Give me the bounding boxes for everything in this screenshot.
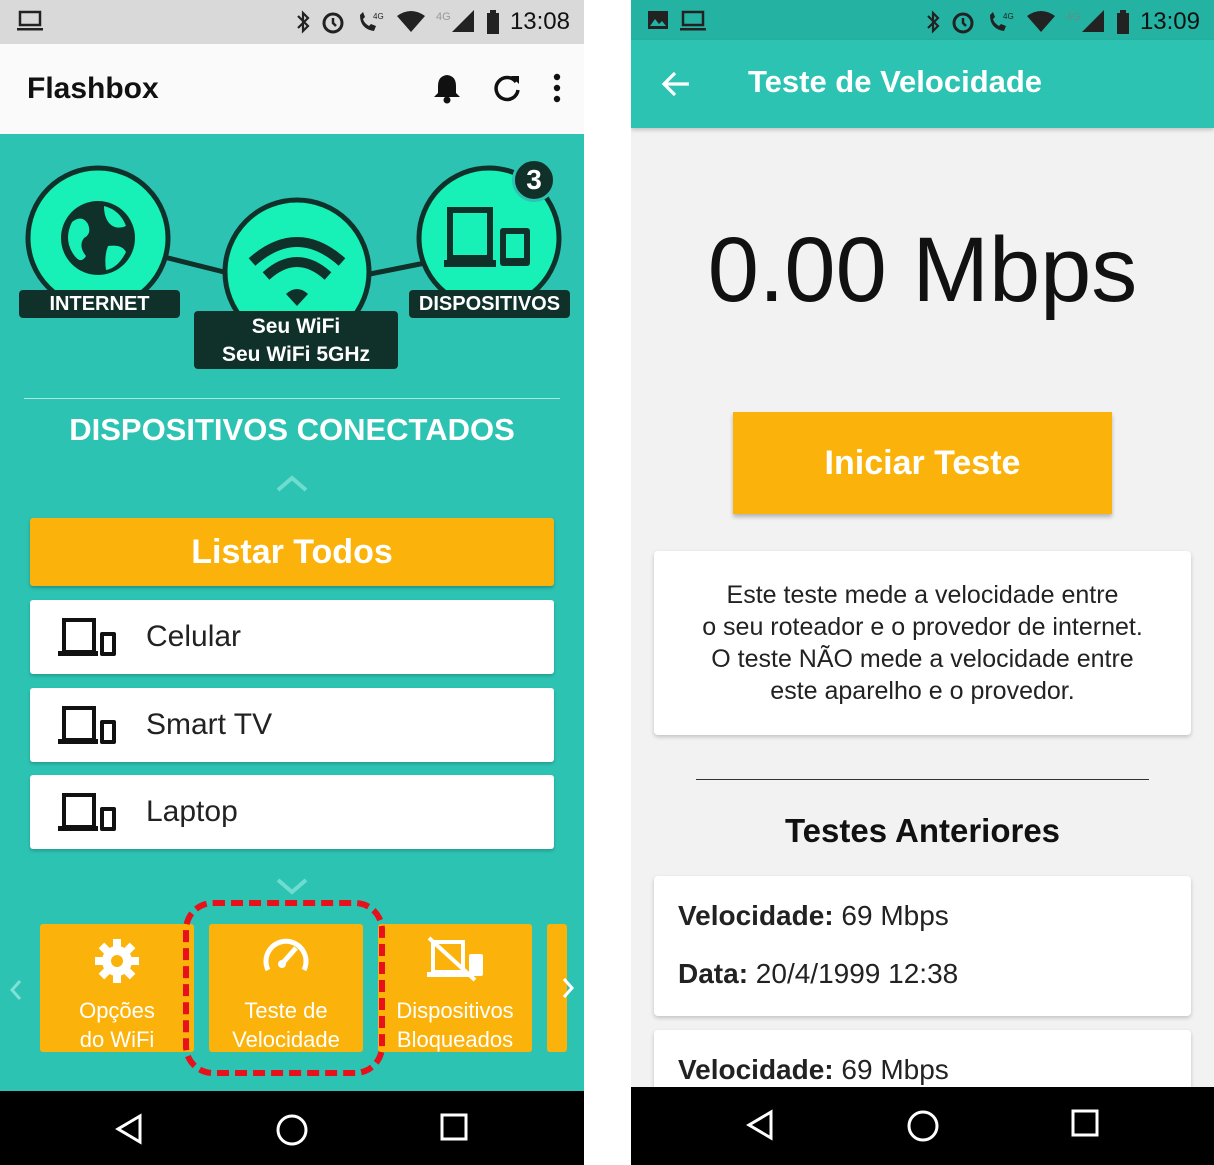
bluetooth-icon	[927, 10, 940, 34]
alarm-icon	[322, 12, 344, 34]
svg-text:4G: 4G	[1066, 11, 1081, 23]
previous-tests-title: Testes Anteriores	[784, 812, 1061, 849]
carousel-left-arrow-icon[interactable]	[8, 978, 24, 1002]
info-line: O teste NÃO mede a velocidade entre	[711, 645, 1134, 673]
chevron-down-icon[interactable]	[274, 876, 310, 896]
home-nav-icon[interactable]	[906, 1109, 940, 1143]
svg-text:4G: 4G	[436, 11, 451, 23]
cell-signal-icon: 4G	[1066, 10, 1104, 32]
call-4g-icon: 4G	[989, 12, 1014, 31]
device-label: Smart TV	[146, 708, 273, 741]
app-bar: Teste de Velocidade	[631, 40, 1214, 128]
device-label: Laptop	[146, 795, 238, 828]
internet-node[interactable]	[25, 165, 171, 311]
blocked-devices-icon	[427, 936, 483, 982]
device-item-smart-tv[interactable]: Smart TV	[30, 688, 554, 762]
speed-label: Velocidade:	[678, 1054, 834, 1085]
bluetooth-icon	[297, 10, 310, 34]
card-line2: Bloqueados	[396, 1027, 514, 1052]
record-speed: Velocidade: 69 Mbps	[678, 1054, 949, 1086]
globe-icon	[61, 201, 135, 275]
wifi-label: Seu WiFi Seu WiFi 5GHz	[194, 311, 398, 369]
back-nav-icon[interactable]	[114, 1113, 144, 1145]
back-arrow-icon[interactable]	[661, 70, 691, 98]
device-icon	[58, 793, 116, 831]
device-label: Celular	[146, 620, 242, 653]
carousel-right-arrow-icon[interactable]	[560, 976, 576, 1000]
device-icon	[58, 706, 116, 744]
date-label: Data:	[678, 958, 749, 989]
status-bar: 4G 4G 13:09	[631, 0, 1214, 40]
device-item-celular[interactable]: Celular	[30, 600, 554, 674]
info-line: Este teste mede a velocidade entre	[726, 581, 1119, 609]
speed-value: 69 Mbps	[841, 1054, 949, 1085]
back-nav-icon[interactable]	[745, 1109, 775, 1141]
alarm-icon	[952, 12, 974, 34]
test-record: Velocidade: 69 Mbps Data: 20/4/1999 12:3…	[654, 876, 1191, 1016]
bell-icon[interactable]	[432, 72, 462, 104]
list-all-button[interactable]: Listar Todos	[30, 518, 554, 586]
info-card: Este teste mede a velocidade entre o seu…	[654, 551, 1191, 735]
home-nav-icon[interactable]	[275, 1113, 309, 1147]
battery-icon	[486, 10, 499, 34]
gear-icon	[95, 939, 139, 983]
recents-nav-icon[interactable]	[1071, 1109, 1099, 1137]
svg-text:4G: 4G	[373, 12, 384, 21]
speed-readout: 0.00 Mbps	[707, 219, 1138, 321]
device-icon	[58, 618, 116, 656]
device-item-laptop[interactable]: Laptop	[30, 775, 554, 849]
app-title: Flashbox	[27, 72, 159, 105]
recents-nav-icon[interactable]	[440, 1113, 468, 1141]
section-title: DISPOSITIVOS CONECTADOS	[69, 412, 515, 447]
internet-label: INTERNET	[19, 290, 180, 318]
chevron-up-icon[interactable]	[274, 474, 310, 494]
devices-label: DISPOSITIVOS	[409, 290, 570, 318]
card-line1: Opções	[79, 998, 155, 1023]
speed-value: 69 Mbps	[841, 900, 949, 931]
laptop-notification-icon	[680, 10, 706, 31]
start-test-button[interactable]: Iniciar Teste	[733, 412, 1112, 514]
svg-text:4G: 4G	[1003, 12, 1014, 21]
call-4g-icon: 4G	[359, 12, 384, 31]
cell-signal-icon: 4G	[436, 10, 474, 32]
battery-icon	[1116, 10, 1129, 34]
blocked-devices-card[interactable]: Dispositivos Bloqueados	[378, 924, 532, 1052]
status-time: 13:08	[509, 8, 570, 35]
date-value: 20/4/1999 12:38	[755, 958, 959, 989]
speed-label: Velocidade:	[678, 900, 834, 931]
system-nav-bar	[631, 1087, 1214, 1165]
laptop-notification-icon	[17, 10, 43, 31]
flashbox-home-screen: 4G 4G 13:08 Flashbox INTERNET Seu WiFi S…	[0, 0, 584, 1165]
wifi-name: Seu WiFi	[251, 315, 341, 338]
devices-count-badge: 3	[512, 158, 556, 202]
app-bar: Flashbox	[0, 44, 584, 134]
more-options-icon[interactable]	[552, 73, 562, 103]
refresh-icon[interactable]	[492, 73, 522, 103]
system-nav-bar	[0, 1091, 584, 1165]
image-notification-icon	[648, 11, 668, 29]
divider	[696, 779, 1149, 780]
speed-test-screen: 4G 4G 13:09 Teste de Velocidade 0.00 Mbp…	[631, 0, 1214, 1165]
wifi-5ghz-name: Seu WiFi 5GHz	[222, 343, 370, 366]
wifi-signal-icon	[1026, 11, 1055, 32]
status-time: 13:09	[1139, 8, 1200, 35]
info-line: este aparelho e o provedor.	[770, 677, 1075, 705]
screen-title: Teste de Velocidade	[748, 64, 1043, 99]
info-line: o seu roteador e o provedor de internet.	[702, 613, 1143, 641]
record-date: Data: 20/4/1999 12:38	[678, 958, 958, 990]
wifi-options-card[interactable]: Opções do WiFi	[40, 924, 194, 1052]
wifi-signal-icon	[396, 11, 425, 32]
card-line1: Dispositivos	[396, 998, 514, 1023]
highlight-annotation	[183, 900, 385, 1076]
divider	[24, 398, 560, 399]
card-line2: do WiFi	[79, 1027, 155, 1052]
status-bar: 4G 4G 13:08	[0, 0, 584, 44]
record-speed: Velocidade: 69 Mbps	[678, 900, 949, 932]
